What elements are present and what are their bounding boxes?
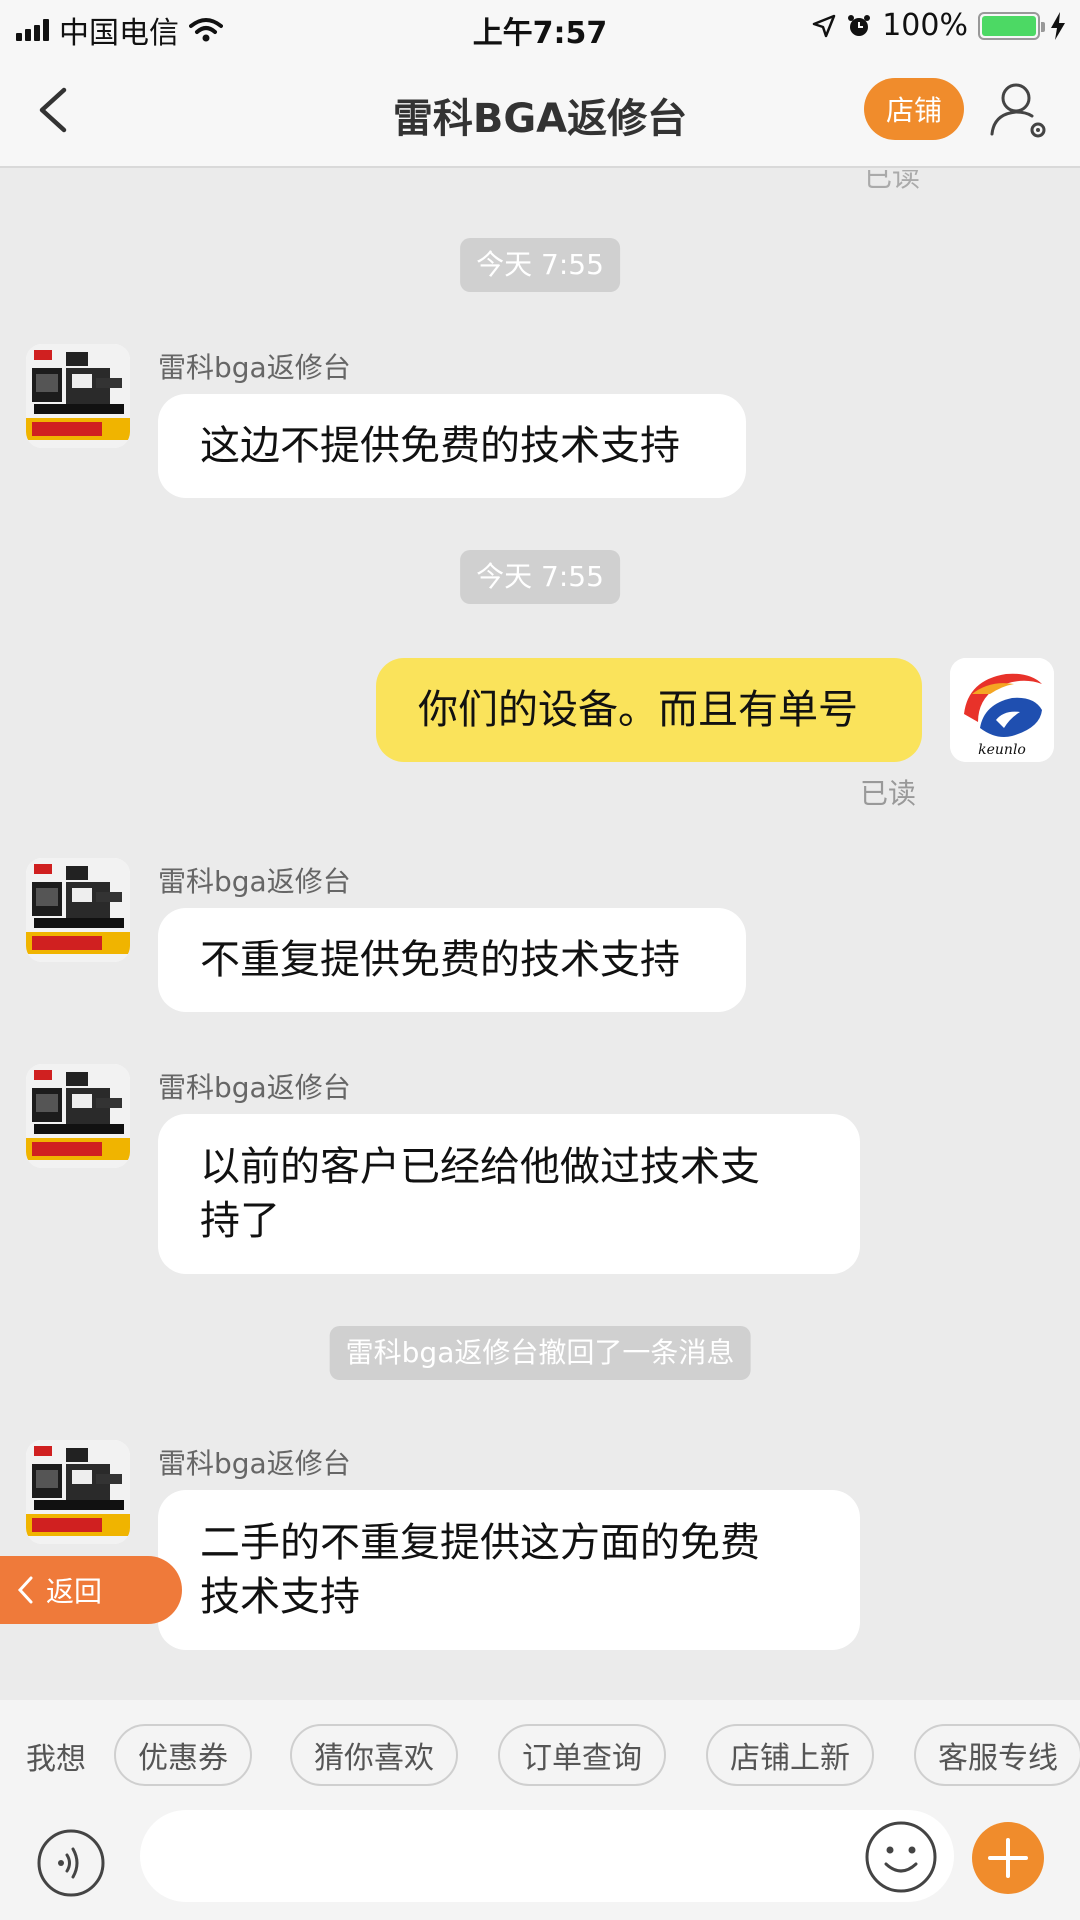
floating-back-label: 返回 [46,1575,103,1608]
message-text: 你们的设备。而且有单号 [418,687,858,733]
location-arrow-icon [812,14,836,37]
alarm-icon [848,14,871,36]
store-button[interactable]: 店铺 [864,78,964,140]
shop-avatar[interactable] [26,1064,130,1168]
timestamp-pill: 今天 7:55 [460,550,620,604]
read-status: 已读 [860,777,917,810]
chevron-left-icon [17,1576,33,1604]
received-message-bubble[interactable]: 这边不提供免费的技术支持 [158,394,746,498]
user-settings-icon[interactable] [986,76,1052,142]
charging-bolt-icon [1051,11,1065,40]
timestamp-pill: 今天 7:55 [460,238,620,292]
chip-new-arrivals[interactable]: 店铺上新 [706,1724,874,1786]
chip-recommend[interactable]: 猜你喜欢 [290,1724,458,1786]
message-text-line: 以前的客户已经给他做过技术支 [200,1144,760,1190]
shop-avatar[interactable] [26,1440,130,1544]
smiley-icon[interactable] [864,1820,938,1894]
quick-reply-bar: 我想 优惠券 猜你喜欢 订单查询 店铺上新 客服专线 [0,1700,1080,1810]
message-text: 这边不提供免费的技术支持 [200,423,680,469]
chip-customer-service[interactable]: 客服专线 [914,1724,1080,1786]
nav-bar: 雷科BGA返修台 店铺 [0,56,1080,168]
chip-coupon[interactable]: 优惠券 [114,1724,252,1786]
quick-reply-label: 我想 [26,1742,86,1777]
floating-back-button[interactable]: 返回 [0,1556,182,1624]
sender-name: 雷科bga返修台 [158,1071,351,1104]
input-bar [0,1810,1080,1920]
message-text-line: 二手的不重复提供这方面的免费 [200,1520,760,1566]
status-bar: 中国电信 上午7:57 100% [0,0,1080,56]
received-message-bubble[interactable]: 不重复提供免费的技术支持 [158,908,746,1012]
voice-icon[interactable] [36,1828,106,1898]
message-input[interactable] [140,1810,954,1902]
recall-notice: 雷科bga返修台撤回了一条消息 [329,1326,751,1380]
chat-area[interactable]: 已读 今天 7:55 雷科bga返修台 这边不提供免费的技术支持 今天 7:55… [0,170,1080,1700]
sender-name: 雷科bga返修台 [158,865,351,898]
status-right: 100% [812,8,1066,43]
svg-text:keunlo: keunlo [978,742,1026,758]
shop-avatar[interactable] [26,344,130,448]
chip-order-query[interactable]: 订单查询 [498,1724,666,1786]
shop-avatar[interactable] [26,858,130,962]
battery-icon [978,11,1045,40]
read-status-clipped: 已读 [863,170,920,190]
my-avatar[interactable]: keunlo [950,658,1054,762]
sent-message-bubble[interactable]: 你们的设备。而且有单号 [376,658,922,762]
battery-percent: 100% [882,8,968,43]
message-text-line: 技术支持 [200,1574,360,1620]
sender-name: 雷科bga返修台 [158,1447,351,1480]
message-text: 不重复提供免费的技术支持 [200,937,680,983]
received-message-bubble[interactable]: 以前的客户已经给他做过技术支 持了 [158,1114,860,1274]
plus-icon[interactable] [972,1822,1044,1894]
received-message-bubble[interactable]: 二手的不重复提供这方面的免费 技术支持 [158,1490,860,1650]
sender-name: 雷科bga返修台 [158,351,351,384]
message-text-line: 持了 [200,1198,280,1244]
